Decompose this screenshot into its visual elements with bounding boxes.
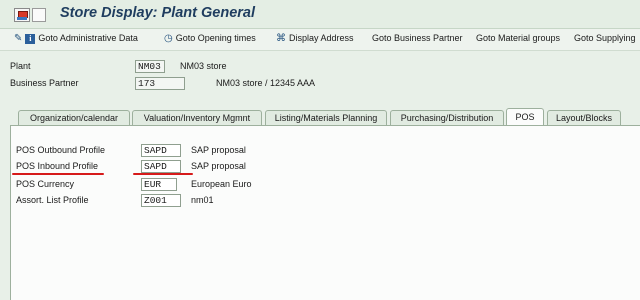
tab-layout-blocks[interactable]: Layout/Blocks [547, 110, 621, 125]
plant-label: Plant [10, 61, 31, 71]
pos-currency-label: POS Currency [16, 179, 75, 189]
pos-inbound-profile-description: SAP proposal [191, 161, 246, 171]
business-partner-description: NM03 store / 12345 AAA [216, 78, 316, 88]
assort-list-profile-field[interactable]: Z001 [141, 194, 181, 207]
business-partner-label: Business Partner [10, 78, 79, 88]
assort-list-profile-label: Assort. List Profile [16, 195, 89, 205]
plant-description: NM03 store [180, 61, 227, 71]
pos-currency-description: European Euro [191, 179, 252, 189]
application-toolbar: ✎ i Goto Administrative Data ◷ Goto Opening… [0, 29, 640, 51]
toolbar-label: Goto Supplying [574, 33, 636, 43]
tab-purchasing-distribution[interactable]: Purchasing/Distribution [390, 110, 504, 125]
toolbar-label: Goto Opening times [175, 33, 256, 43]
red-highlight-underline [133, 173, 193, 175]
pos-outbound-profile-description: SAP proposal [191, 145, 246, 155]
goto-supplying-button[interactable]: Goto Supplying [574, 33, 636, 43]
info-icon: i [25, 34, 36, 44]
toolbar-label: Goto Business Partner [372, 33, 463, 43]
goto-business-partner-button[interactable]: Goto Business Partner [372, 33, 463, 43]
clock-icon: ◷ [164, 33, 173, 44]
toolbar-label: Goto Material groups [476, 33, 561, 43]
tab-pos[interactable]: POS [506, 108, 544, 125]
pencil-icon: ✎ [14, 33, 23, 44]
goto-opening-times-button[interactable]: ◷ Goto Opening times [164, 33, 256, 44]
pos-outbound-profile-label: POS Outbound Profile [16, 145, 106, 155]
transaction-icon[interactable] [14, 8, 30, 22]
pos-inbound-profile-field[interactable]: SAPD [141, 160, 181, 173]
toolbar-label: Goto Administrative Data [38, 33, 138, 43]
goto-administrative-data-button[interactable]: ✎ i Goto Administrative Data [14, 33, 138, 44]
tab-valuation-inventory[interactable]: Valuation/Inventory Mgmnt [132, 110, 262, 125]
goto-material-groups-button[interactable]: Goto Material groups [476, 33, 560, 43]
pos-inbound-profile-label: POS Inbound Profile [16, 161, 99, 171]
pos-currency-field[interactable]: EUR [141, 178, 177, 191]
display-address-button[interactable]: ⌘ Display Address [276, 33, 354, 44]
assort-list-profile-description: nm01 [191, 195, 214, 205]
toolbar-label: Display Address [289, 33, 354, 43]
tab-listing-materials-planning[interactable]: Listing/Materials Planning [265, 110, 387, 125]
tab-strip: Organization/calendar Valuation/Inventor… [10, 108, 640, 125]
window-title: Store Display: Plant General [60, 5, 256, 21]
red-highlight-underline [12, 173, 104, 175]
business-partner-field[interactable]: 173 [135, 77, 185, 90]
title-bar: Store Display: Plant General [0, 0, 640, 29]
plant-field[interactable]: NM03 [135, 60, 165, 73]
tab-organization-calendar[interactable]: Organization/calendar [18, 110, 130, 125]
pos-outbound-profile-field[interactable]: SAPD [141, 144, 181, 157]
menu-icon[interactable] [32, 8, 46, 22]
address-icon: ⌘ [276, 33, 286, 44]
